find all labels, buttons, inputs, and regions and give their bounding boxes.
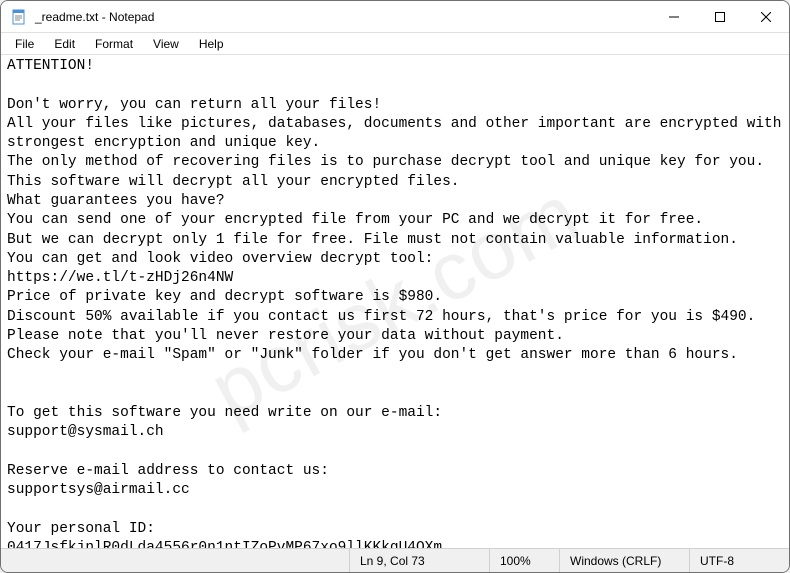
- minimize-button[interactable]: [651, 1, 697, 33]
- title-left: _readme.txt - Notepad: [11, 9, 154, 25]
- notepad-icon: [11, 9, 27, 25]
- menubar: File Edit Format View Help: [1, 33, 789, 55]
- maximize-icon: [715, 12, 725, 22]
- status-encoding: UTF-8: [689, 549, 789, 572]
- titlebar[interactable]: _readme.txt - Notepad: [1, 1, 789, 33]
- menu-view[interactable]: View: [143, 35, 189, 53]
- window-controls: [651, 1, 789, 32]
- menu-file[interactable]: File: [5, 35, 44, 53]
- notepad-window: _readme.txt - Notepad File Edit Format V…: [0, 0, 790, 573]
- menu-help[interactable]: Help: [189, 35, 234, 53]
- statusbar: Ln 9, Col 73 100% Windows (CRLF) UTF-8: [1, 548, 789, 572]
- status-zoom: 100%: [489, 549, 559, 572]
- maximize-button[interactable]: [697, 1, 743, 33]
- close-button[interactable]: [743, 1, 789, 33]
- status-cursor-position: Ln 9, Col 73: [349, 549, 489, 572]
- menu-format[interactable]: Format: [85, 35, 143, 53]
- close-icon: [761, 12, 771, 22]
- status-line-ending: Windows (CRLF): [559, 549, 689, 572]
- window-title: _readme.txt - Notepad: [35, 10, 154, 24]
- document-text: ATTENTION! Don't worry, you can return a…: [7, 58, 789, 548]
- minimize-icon: [669, 12, 679, 22]
- text-area[interactable]: ATTENTION! Don't worry, you can return a…: [1, 55, 789, 548]
- menu-edit[interactable]: Edit: [44, 35, 85, 53]
